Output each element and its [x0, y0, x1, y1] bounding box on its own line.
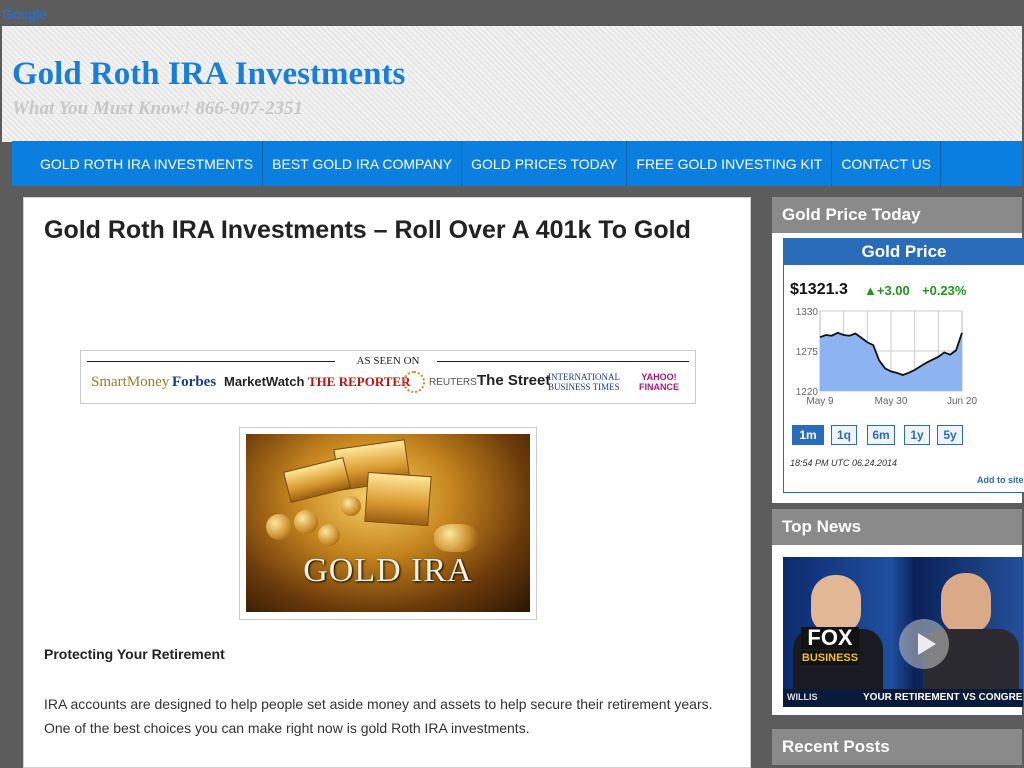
- y-tick-label: 1275: [796, 347, 819, 358]
- gold-coin-shape: [294, 510, 318, 534]
- anchor-face-right: [941, 573, 991, 633]
- ticker-name: WILLIS: [787, 692, 818, 702]
- gold-bar-shape: [283, 456, 351, 504]
- fox-badge: FOX: [801, 627, 859, 649]
- gold-price-change: ▲+3.00: [864, 283, 910, 298]
- gold-coin-shape: [318, 524, 340, 546]
- ticker-headline: YOUR RETIREMENT VS CONGRESS: [863, 692, 1023, 703]
- post-paragraph: IRA accounts are designed to help people…: [44, 696, 713, 736]
- gold-nugget-shape: [434, 524, 478, 552]
- gold-price-value: $1321.3: [790, 281, 848, 298]
- gold-price-box-title: Gold Price: [784, 239, 1024, 265]
- forbes-logo: Forbes: [172, 374, 217, 390]
- business-badge: BUSINESS: [801, 651, 859, 665]
- x-tick-label: May 9: [806, 396, 834, 407]
- gold-price-box: Gold Price $1321.3 ▲+3.00 +0.23% 1220 127…: [783, 238, 1024, 493]
- play-icon[interactable]: [899, 619, 949, 669]
- the-reporter-logo: THE REPORTER: [308, 374, 411, 389]
- widget-spacer: [772, 715, 1022, 729]
- range-button-6m[interactable]: 6m: [867, 425, 895, 445]
- x-tick-label: Jun 20: [947, 396, 977, 407]
- gold-coin-shape: [341, 496, 361, 516]
- nav-item-gold-roth-ira-investments[interactable]: GOLD ROTH IRA INVESTMENTS: [12, 141, 264, 186]
- google-link[interactable]: Google: [2, 6, 47, 22]
- post-subheading: Protecting Your Retirement: [44, 646, 225, 662]
- reuters-icon: [403, 371, 425, 393]
- as-seen-on-label: AS SEEN ON: [356, 355, 420, 367]
- gold-price-timestamp: 18:54 PM UTC 06.24.2014: [790, 458, 898, 468]
- yahoo-finance-logo: YAHOO! FINANCE: [639, 372, 679, 392]
- site-tagline: What You Must Know! 866-907-2351: [12, 98, 304, 119]
- top-news-widget-heading: Top News: [772, 509, 1022, 545]
- gold-price-widget-heading: Gold Price Today: [772, 197, 1022, 233]
- top-news-video-thumbnail[interactable]: FOX BUSINESS WILLIS YOUR RETIREMENT VS C…: [783, 557, 1023, 707]
- main-content: Gold Roth IRA Investments – Roll Over A …: [23, 197, 751, 768]
- nav-item-free-gold-investing-kit[interactable]: FREE GOLD INVESTING KIT: [627, 141, 833, 186]
- marketwatch-logo: MarketWatch: [224, 374, 305, 389]
- recent-posts-widget-heading: Recent Posts: [772, 729, 1022, 765]
- site-header: Gold Roth IRA Investments What You Must …: [2, 26, 1022, 142]
- x-tick-label: May 30: [875, 396, 908, 407]
- site-title[interactable]: Gold Roth IRA Investments: [12, 56, 405, 93]
- range-button-1m[interactable]: 1m: [792, 425, 824, 445]
- range-button-5y[interactable]: 5y: [937, 425, 963, 445]
- gold-ira-image-frame: GOLD IRA: [239, 427, 537, 620]
- play-triangle: [918, 633, 936, 655]
- gold-price-change-percent: +0.23%: [922, 283, 967, 298]
- the-street-logo: The Street: [477, 372, 551, 389]
- add-to-site-link[interactable]: Add to site: [977, 475, 1024, 485]
- ibtimes-logo: INTERNATIONAL BUSINESS TIMES: [548, 372, 620, 392]
- post-title: Gold Roth IRA Investments – Roll Over A …: [44, 216, 691, 244]
- main-nav: GOLD ROTH IRA INVESTMENTS BEST GOLD IRA …: [12, 141, 1022, 186]
- nav-item-best-gold-ira-company[interactable]: BEST GOLD IRA COMPANY: [263, 141, 463, 186]
- as-seen-on-banner: AS SEEN ON SmartMoney Forbes MarketWatch…: [80, 350, 696, 404]
- gold-price-chart: 122012751330May 9 May 30 Jun 20: [796, 307, 978, 407]
- gold-ira-caption: GOLD IRA: [303, 552, 473, 589]
- range-button-1y[interactable]: 1y: [904, 425, 930, 445]
- y-tick-label: 1330: [796, 307, 819, 318]
- gold-ira-image: GOLD IRA: [246, 434, 530, 612]
- gold-coin-shape: [266, 514, 292, 540]
- top-bar: Google: [0, 0, 1024, 26]
- nav-item-gold-prices-today[interactable]: GOLD PRICES TODAY: [462, 141, 628, 186]
- gold-bar-shape: [364, 471, 432, 527]
- range-button-1q[interactable]: 1q: [831, 425, 857, 445]
- reuters-logo: REUTERS: [429, 377, 477, 388]
- nav-item-contact-us[interactable]: CONTACT US: [832, 141, 942, 186]
- smartmoney-logo: SmartMoney: [91, 374, 170, 390]
